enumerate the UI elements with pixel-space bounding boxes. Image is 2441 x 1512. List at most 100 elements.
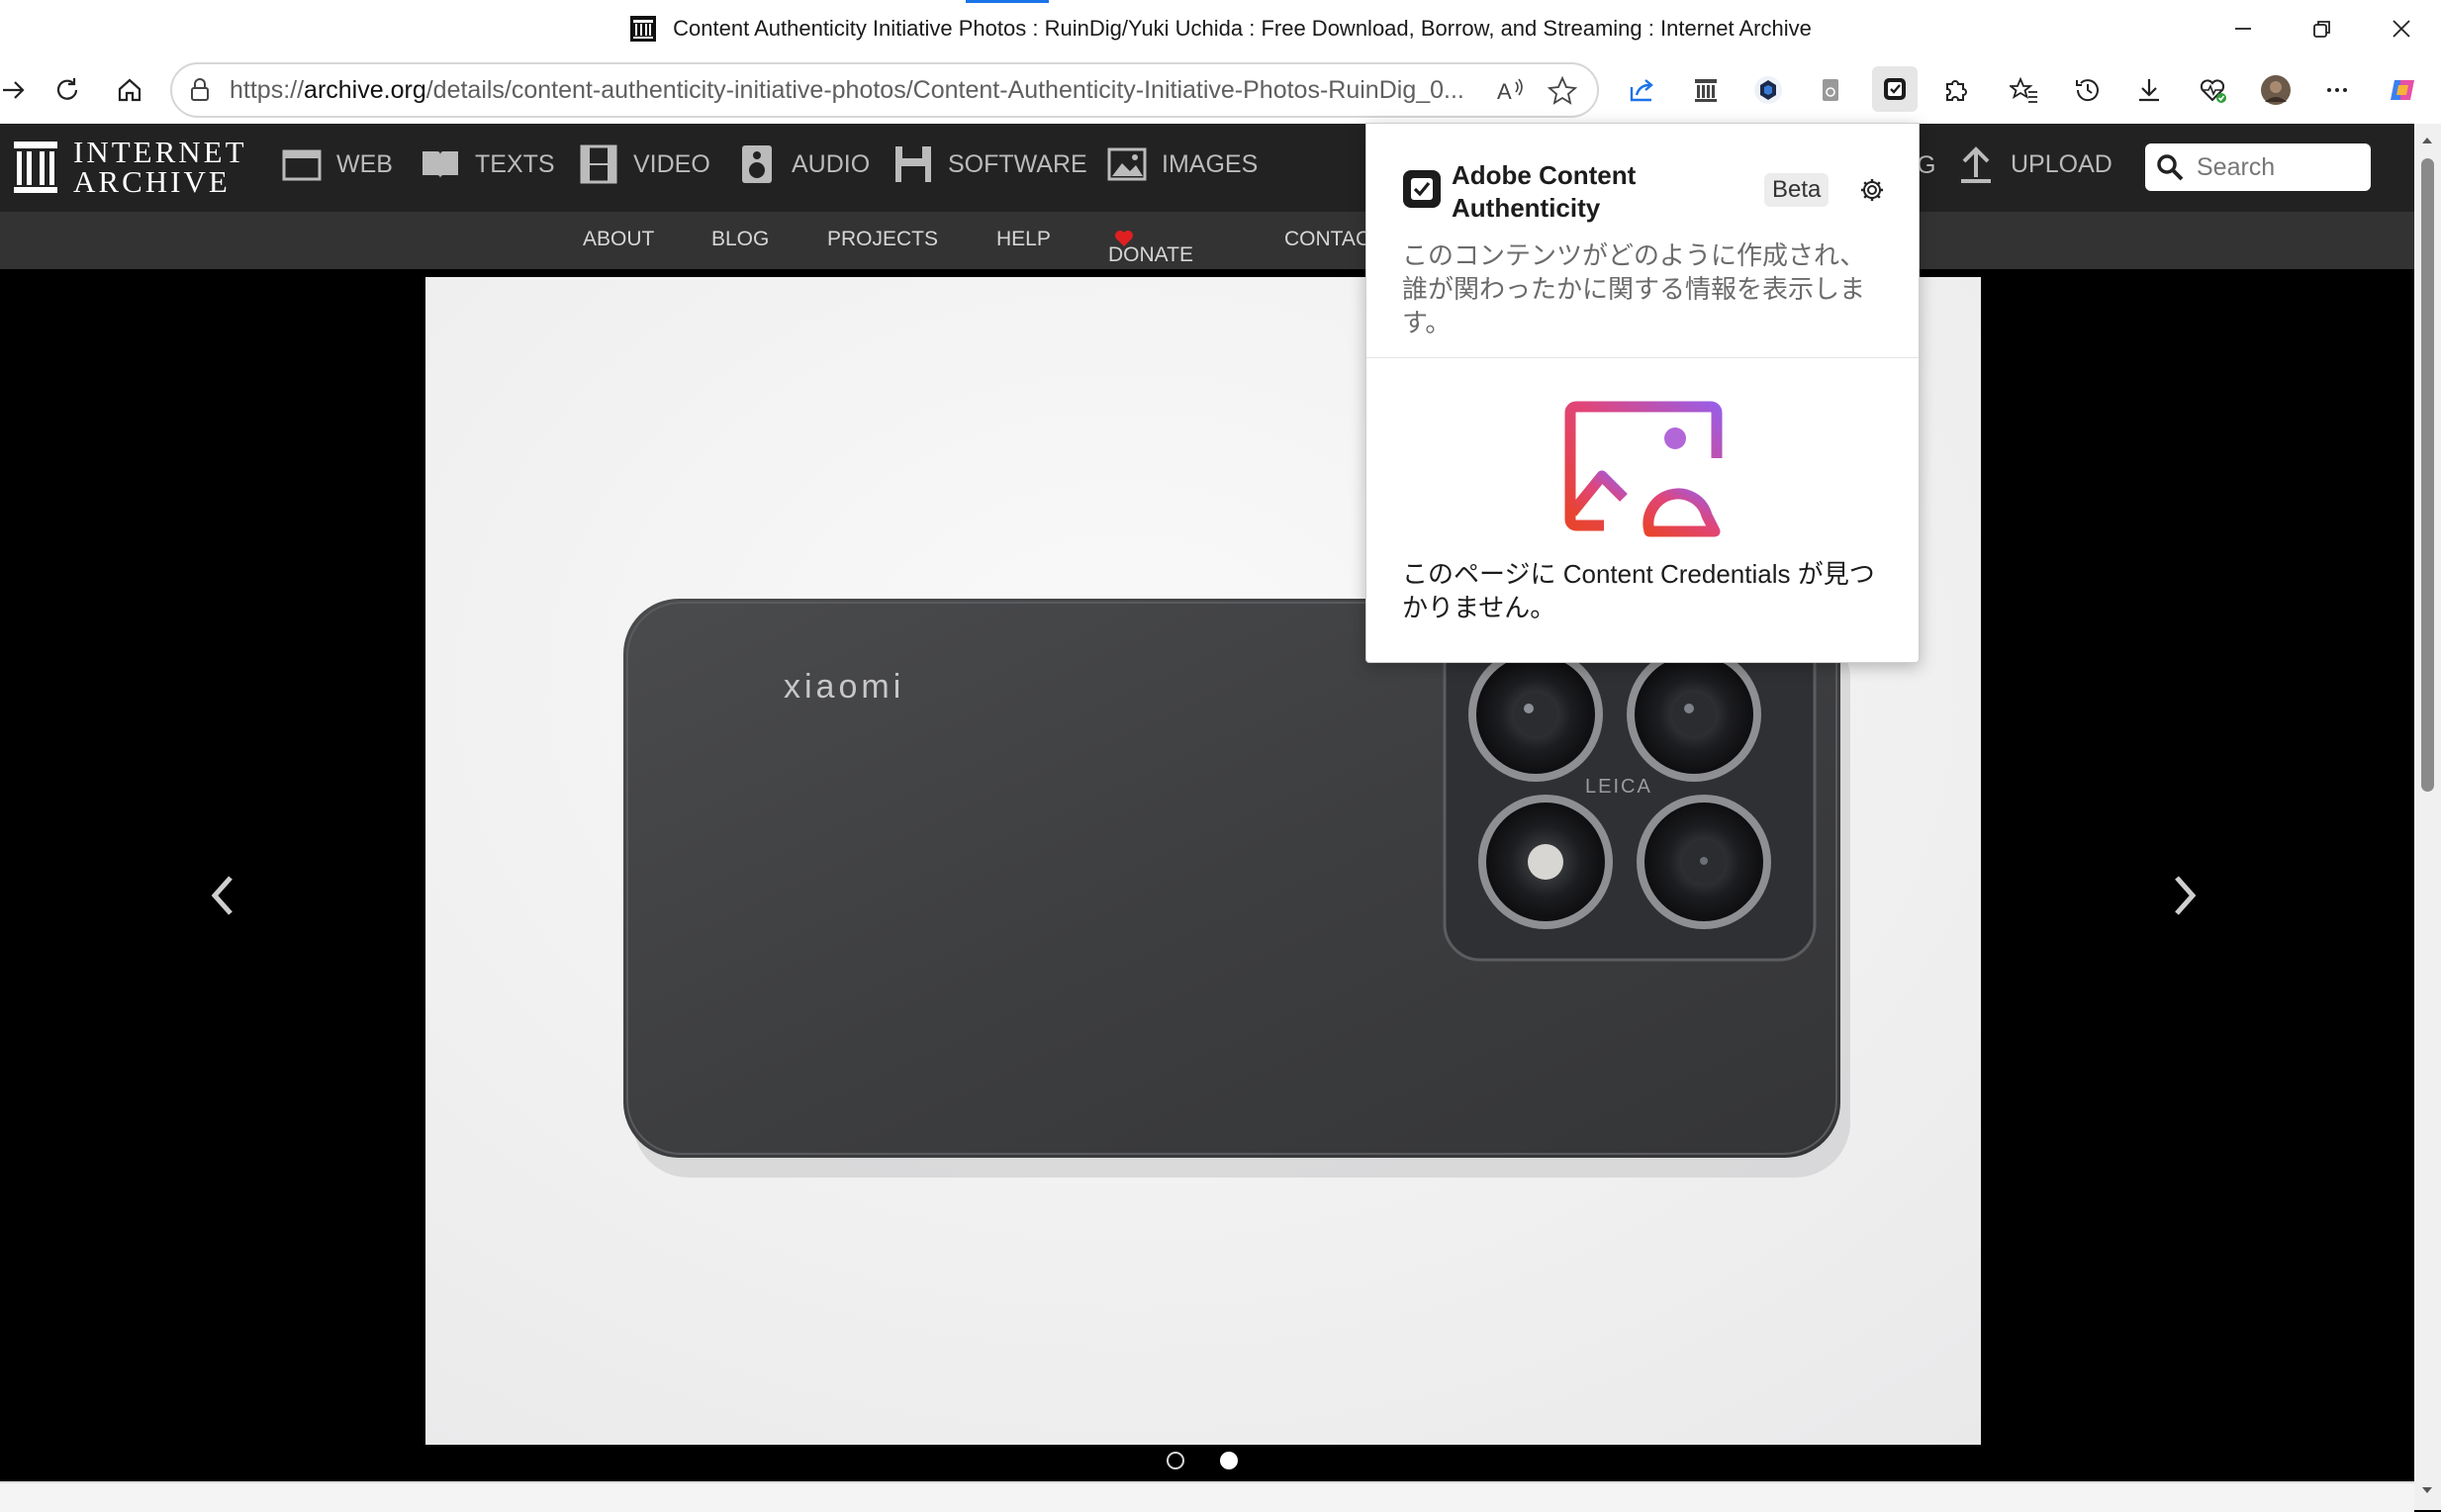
favorites-button[interactable] — [2005, 70, 2044, 110]
search-icon — [2157, 154, 2184, 181]
forward-arrow-icon — [3, 81, 25, 99]
lock-icon[interactable] — [186, 76, 214, 104]
share-extension-button[interactable] — [1623, 70, 1662, 110]
scroll-down-icon[interactable] — [2420, 1485, 2434, 1495]
active-tab-indicator — [966, 0, 1049, 3]
speaker-icon — [742, 145, 772, 183]
reload-button[interactable] — [47, 70, 87, 110]
history-clock-icon — [2076, 79, 2099, 102]
history-button[interactable] — [2068, 70, 2108, 110]
image-icon — [1107, 147, 1147, 181]
content-authenticity-popup: Adobe Content Authenticity Beta このコンテンツが… — [1365, 123, 1920, 663]
close-window-button[interactable] — [2362, 0, 2441, 56]
subnav-donate[interactable]: DONATE — [1108, 228, 1193, 266]
document-at-icon — [1823, 79, 1838, 101]
downloads-button[interactable] — [2129, 70, 2169, 110]
copilot-icon — [2391, 80, 2414, 100]
window-title: Content Authenticity Initiative Photos :… — [673, 15, 1812, 41]
reload-icon — [56, 78, 78, 100]
ia-sub-nav: ABOUT BLOG PROJECTS HELP DONATE CONTAC — [0, 212, 2414, 269]
search-placeholder: Search — [2197, 152, 2276, 181]
copilot-button[interactable] — [2383, 70, 2422, 110]
browser-toolbar: https://archive.org/details/content-auth… — [0, 56, 2441, 124]
forward-button[interactable] — [0, 70, 34, 110]
no-credentials-image-icon — [1564, 401, 1723, 537]
nav-video[interactable]: VIDEO — [578, 143, 710, 185]
camera-lens-bottom-left — [1478, 795, 1613, 929]
popup-description: このコンテンツがどのように作成され、誰が関わったかに関する情報を表示します。 — [1402, 240, 1866, 337]
archive-favicon-icon — [630, 15, 657, 42]
minimize-button[interactable] — [2204, 0, 2283, 56]
puzzle-piece-icon — [1946, 80, 1967, 101]
carousel-prev-arrow-icon[interactable] — [203, 866, 242, 925]
window-titlebar: Content Authenticity Initiative Photos :… — [0, 0, 2441, 56]
camera-lens-top-left — [1468, 647, 1603, 782]
ia-search-input[interactable]: Search — [2145, 143, 2371, 191]
camera-lens-top-right — [1627, 647, 1761, 782]
popup-title: Adobe Content Authenticity — [1452, 160, 1637, 223]
film-icon — [580, 144, 617, 184]
archive-extension-button[interactable] — [1686, 70, 1726, 110]
phone-brand-text: xiaomi — [784, 668, 904, 706]
nav-software[interactable]: SOFTWARE — [892, 143, 1087, 185]
ia-logo-line1: INTERNET — [73, 135, 247, 169]
favorite-star-icon[interactable] — [1546, 74, 1579, 108]
address-bar[interactable]: https://archive.org/details/content-auth… — [170, 62, 1599, 118]
home-icon — [118, 78, 141, 102]
lens-brand-text: LEICA — [1585, 776, 1652, 798]
extensions-button[interactable] — [1936, 70, 1976, 110]
camera-lens-bottom-right — [1637, 795, 1771, 929]
archive-logo-icon — [14, 142, 57, 193]
popup-divider — [1366, 357, 1919, 358]
gear-icon[interactable] — [1859, 177, 1885, 203]
nav-web[interactable]: WEB — [281, 143, 393, 185]
avatar — [2261, 75, 2291, 105]
share-icon — [1630, 79, 1653, 102]
read-aloud-icon[interactable]: A — [1494, 74, 1528, 108]
ia-logo-line2: ARCHIVE — [73, 164, 231, 199]
heart-pulse-icon — [2200, 79, 2226, 103]
nav-images[interactable]: IMAGES — [1106, 143, 1258, 185]
restore-button[interactable] — [2283, 0, 2362, 56]
restore-icon — [2313, 20, 2330, 38]
content-authenticity-icon — [1884, 78, 1906, 100]
scroll-thumb[interactable] — [2421, 158, 2434, 792]
hexagon-shield-icon — [1754, 76, 1782, 104]
no-credentials-message: このページに Content Credentials が見つかりません。 — [1402, 559, 1875, 622]
content-authenticity-extension-button[interactable] — [1872, 66, 1918, 112]
url-text[interactable]: https://archive.org/details/content-auth… — [230, 76, 1464, 105]
subnav-about[interactable]: ABOUT — [583, 228, 654, 251]
book-icon — [422, 151, 458, 179]
subnav-help[interactable]: HELP — [996, 228, 1051, 251]
archive-building-icon — [1695, 79, 1717, 102]
reader-extension-button[interactable] — [1811, 70, 1850, 110]
carousel-dot-2-active[interactable] — [1220, 1452, 1238, 1469]
scroll-up-icon[interactable] — [2420, 136, 2434, 145]
settings-more-button[interactable] — [2317, 70, 2357, 110]
nav-audio[interactable]: AUDIO — [736, 143, 870, 185]
subnav-contact[interactable]: CONTAC — [1284, 228, 1370, 251]
floppy-disk-icon — [895, 146, 931, 182]
ia-top-nav: INTERNET ARCHIVE WEB TEXTS VIDEO AUDIO S… — [0, 124, 2414, 212]
nav-texts[interactable]: TEXTS — [420, 143, 555, 185]
subnav-projects[interactable]: PROJECTS — [827, 228, 938, 251]
nav-upload[interactable]: UPLOAD — [1955, 143, 2112, 185]
svg-text:A: A — [1497, 79, 1512, 104]
home-button[interactable] — [110, 70, 149, 110]
carousel-next-arrow-icon[interactable] — [2165, 866, 2205, 925]
download-icon — [2139, 79, 2159, 102]
shield-extension-button[interactable] — [1748, 70, 1788, 110]
vertical-scrollbar[interactable] — [2414, 124, 2441, 1510]
web-icon — [282, 149, 322, 181]
performance-button[interactable] — [2193, 70, 2232, 110]
beta-badge: Beta — [1764, 173, 1830, 207]
close-icon — [2393, 19, 2410, 38]
more-dots-icon — [2327, 88, 2347, 92]
profile-avatar-button[interactable] — [2256, 70, 2296, 110]
carousel-dot-1[interactable] — [1167, 1452, 1184, 1469]
upload-arrow-icon — [1961, 146, 1991, 183]
subnav-blog[interactable]: BLOG — [711, 228, 769, 251]
minimize-icon — [2235, 27, 2251, 30]
ia-logo[interactable]: INTERNET ARCHIVE — [12, 135, 247, 199]
page-bottom-strip — [0, 1481, 2414, 1512]
